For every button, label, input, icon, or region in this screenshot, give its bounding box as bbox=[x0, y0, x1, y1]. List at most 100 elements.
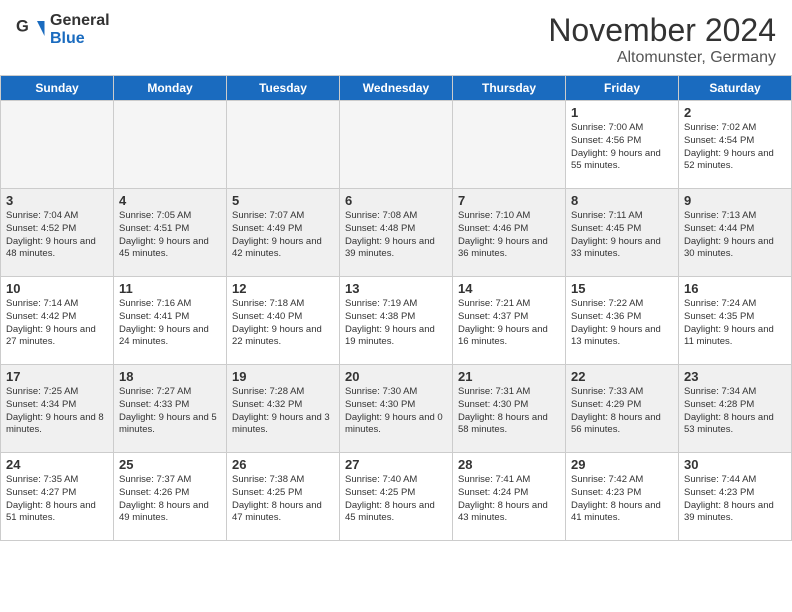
day-info: Sunrise: 7:40 AMSunset: 4:25 PMDaylight:… bbox=[345, 474, 447, 525]
day-number: 29 bbox=[571, 457, 673, 472]
day-info: Sunrise: 7:19 AMSunset: 4:38 PMDaylight:… bbox=[345, 298, 447, 349]
calendar-cell: 25 Sunrise: 7:37 AMSunset: 4:26 PMDayligh… bbox=[114, 453, 227, 541]
column-header-sunday: Sunday bbox=[1, 76, 114, 101]
day-info: Sunrise: 7:30 AMSunset: 4:30 PMDaylight:… bbox=[345, 386, 447, 437]
day-number: 28 bbox=[458, 457, 560, 472]
calendar-cell bbox=[340, 101, 453, 189]
day-info: Sunrise: 7:18 AMSunset: 4:40 PMDaylight:… bbox=[232, 298, 334, 349]
logo-text: General Blue bbox=[50, 12, 110, 47]
day-info: Sunrise: 7:35 AMSunset: 4:27 PMDaylight:… bbox=[6, 474, 108, 525]
day-info: Sunrise: 7:38 AMSunset: 4:25 PMDaylight:… bbox=[232, 474, 334, 525]
calendar-cell: 26 Sunrise: 7:38 AMSunset: 4:25 PMDayligh… bbox=[227, 453, 340, 541]
month-title: November 2024 bbox=[548, 12, 776, 49]
calendar-cell: 14 Sunrise: 7:21 AMSunset: 4:37 PMDayligh… bbox=[453, 277, 566, 365]
calendar-cell: 17 Sunrise: 7:25 AMSunset: 4:34 PMDayligh… bbox=[1, 365, 114, 453]
calendar-cell: 23Sunrise: 7:34 AMSunset: 4:28 PMDayligh… bbox=[679, 365, 792, 453]
column-header-saturday: Saturday bbox=[679, 76, 792, 101]
day-number: 23 bbox=[684, 369, 786, 384]
day-info: Sunrise: 7:24 AMSunset: 4:35 PMDaylight:… bbox=[684, 298, 786, 349]
calendar-cell: 30 Sunrise: 7:44 AMSunset: 4:23 PMDayligh… bbox=[679, 453, 792, 541]
day-info: Sunrise: 7:42 AMSunset: 4:23 PMDaylight:… bbox=[571, 474, 673, 525]
svg-text:G: G bbox=[16, 17, 29, 35]
day-number: 26 bbox=[232, 457, 334, 472]
logo-icon: G bbox=[16, 15, 46, 45]
day-number: 7 bbox=[458, 193, 560, 208]
day-number: 17 bbox=[6, 369, 108, 384]
column-header-wednesday: Wednesday bbox=[340, 76, 453, 101]
day-info: Sunrise: 7:08 AMSunset: 4:48 PMDaylight:… bbox=[345, 210, 447, 261]
day-info: Sunrise: 7:27 AMSunset: 4:33 PMDaylight:… bbox=[119, 386, 221, 437]
day-info: Sunrise: 7:44 AMSunset: 4:23 PMDaylight:… bbox=[684, 474, 786, 525]
calendar-cell: 3Sunrise: 7:04 AMSunset: 4:52 PMDaylight… bbox=[1, 189, 114, 277]
day-info: Sunrise: 7:25 AMSunset: 4:34 PMDaylight:… bbox=[6, 386, 108, 437]
day-info: Sunrise: 7:04 AMSunset: 4:52 PMDaylight:… bbox=[6, 210, 108, 261]
calendar-cell: 18 Sunrise: 7:27 AMSunset: 4:33 PMDayligh… bbox=[114, 365, 227, 453]
calendar-cell: 27 Sunrise: 7:40 AMSunset: 4:25 PMDayligh… bbox=[340, 453, 453, 541]
day-info: Sunrise: 7:07 AMSunset: 4:49 PMDaylight:… bbox=[232, 210, 334, 261]
calendar-cell: 21Sunrise: 7:31 AMSunset: 4:30 PMDayligh… bbox=[453, 365, 566, 453]
day-number: 30 bbox=[684, 457, 786, 472]
day-number: 20 bbox=[345, 369, 447, 384]
column-header-friday: Friday bbox=[566, 76, 679, 101]
day-info: Sunrise: 7:31 AMSunset: 4:30 PMDaylight:… bbox=[458, 386, 560, 437]
logo-general: General bbox=[50, 12, 110, 30]
day-info: Sunrise: 7:16 AMSunset: 4:41 PMDaylight:… bbox=[119, 298, 221, 349]
calendar-cell: 2 Sunrise: 7:02 AMSunset: 4:54 PMDaylight… bbox=[679, 101, 792, 189]
column-header-monday: Monday bbox=[114, 76, 227, 101]
calendar-cell: 10 Sunrise: 7:14 AMSunset: 4:42 PMDayligh… bbox=[1, 277, 114, 365]
column-header-thursday: Thursday bbox=[453, 76, 566, 101]
calendar-cell: 5Sunrise: 7:07 AMSunset: 4:49 PMDaylight… bbox=[227, 189, 340, 277]
calendar-cell: 4 Sunrise: 7:05 AMSunset: 4:51 PMDaylight… bbox=[114, 189, 227, 277]
calendar-cell: 28 Sunrise: 7:41 AMSunset: 4:24 PMDayligh… bbox=[453, 453, 566, 541]
calendar-cell: 13Sunrise: 7:19 AMSunset: 4:38 PMDayligh… bbox=[340, 277, 453, 365]
day-number: 10 bbox=[6, 281, 108, 296]
day-number: 6 bbox=[345, 193, 447, 208]
calendar-cell: 15 Sunrise: 7:22 AMSunset: 4:36 PMDayligh… bbox=[566, 277, 679, 365]
day-info: Sunrise: 7:13 AMSunset: 4:44 PMDaylight:… bbox=[684, 210, 786, 261]
day-info: Sunrise: 7:28 AMSunset: 4:32 PMDaylight:… bbox=[232, 386, 334, 437]
day-info: Sunrise: 7:21 AMSunset: 4:37 PMDaylight:… bbox=[458, 298, 560, 349]
calendar-cell bbox=[1, 101, 114, 189]
day-info: Sunrise: 7:05 AMSunset: 4:51 PMDaylight:… bbox=[119, 210, 221, 261]
calendar-cell: 12 Sunrise: 7:18 AMSunset: 4:40 PMDayligh… bbox=[227, 277, 340, 365]
day-number: 8 bbox=[571, 193, 673, 208]
day-number: 14 bbox=[458, 281, 560, 296]
day-number: 25 bbox=[119, 457, 221, 472]
calendar-cell: 20 Sunrise: 7:30 AMSunset: 4:30 PMDayligh… bbox=[340, 365, 453, 453]
calendar-cell: 19 Sunrise: 7:28 AMSunset: 4:32 PMDayligh… bbox=[227, 365, 340, 453]
day-number: 24 bbox=[6, 457, 108, 472]
day-number: 19 bbox=[232, 369, 334, 384]
calendar-cell: 16 Sunrise: 7:24 AMSunset: 4:35 PMDayligh… bbox=[679, 277, 792, 365]
location: Altomunster, Germany bbox=[548, 49, 776, 67]
day-info: Sunrise: 7:22 AMSunset: 4:36 PMDaylight:… bbox=[571, 298, 673, 349]
day-number: 2 bbox=[684, 105, 786, 120]
day-number: 11 bbox=[119, 281, 221, 296]
calendar-cell: 6 Sunrise: 7:08 AMSunset: 4:48 PMDaylight… bbox=[340, 189, 453, 277]
day-number: 4 bbox=[119, 193, 221, 208]
calendar-cell: 1 Sunrise: 7:00 AMSunset: 4:56 PMDaylight… bbox=[566, 101, 679, 189]
day-number: 16 bbox=[684, 281, 786, 296]
day-info: Sunrise: 7:02 AMSunset: 4:54 PMDaylight:… bbox=[684, 122, 786, 173]
calendar-cell bbox=[453, 101, 566, 189]
day-info: Sunrise: 7:00 AMSunset: 4:56 PMDaylight:… bbox=[571, 122, 673, 173]
calendar-cell: 7 Sunrise: 7:10 AMSunset: 4:46 PMDaylight… bbox=[453, 189, 566, 277]
day-number: 1 bbox=[571, 105, 673, 120]
calendar-cell: 8 Sunrise: 7:11 AMSunset: 4:45 PMDaylight… bbox=[566, 189, 679, 277]
calendar-table: SundayMondayTuesdayWednesdayThursdayFrid… bbox=[0, 75, 792, 541]
day-info: Sunrise: 7:41 AMSunset: 4:24 PMDaylight:… bbox=[458, 474, 560, 525]
calendar-cell: 29 Sunrise: 7:42 AMSunset: 4:23 PMDayligh… bbox=[566, 453, 679, 541]
day-info: Sunrise: 7:37 AMSunset: 4:26 PMDaylight:… bbox=[119, 474, 221, 525]
day-info: Sunrise: 7:33 AMSunset: 4:29 PMDaylight:… bbox=[571, 386, 673, 437]
day-info: Sunrise: 7:11 AMSunset: 4:45 PMDaylight:… bbox=[571, 210, 673, 261]
day-number: 27 bbox=[345, 457, 447, 472]
day-number: 15 bbox=[571, 281, 673, 296]
calendar-cell: 24 Sunrise: 7:35 AMSunset: 4:27 PMDayligh… bbox=[1, 453, 114, 541]
calendar-cell: 11 Sunrise: 7:16 AMSunset: 4:41 PMDayligh… bbox=[114, 277, 227, 365]
day-info: Sunrise: 7:14 AMSunset: 4:42 PMDaylight:… bbox=[6, 298, 108, 349]
day-number: 12 bbox=[232, 281, 334, 296]
calendar-cell: 22Sunrise: 7:33 AMSunset: 4:29 PMDayligh… bbox=[566, 365, 679, 453]
calendar-cell bbox=[114, 101, 227, 189]
day-info: Sunrise: 7:10 AMSunset: 4:46 PMDaylight:… bbox=[458, 210, 560, 261]
day-number: 18 bbox=[119, 369, 221, 384]
logo-blue: Blue bbox=[50, 30, 110, 48]
